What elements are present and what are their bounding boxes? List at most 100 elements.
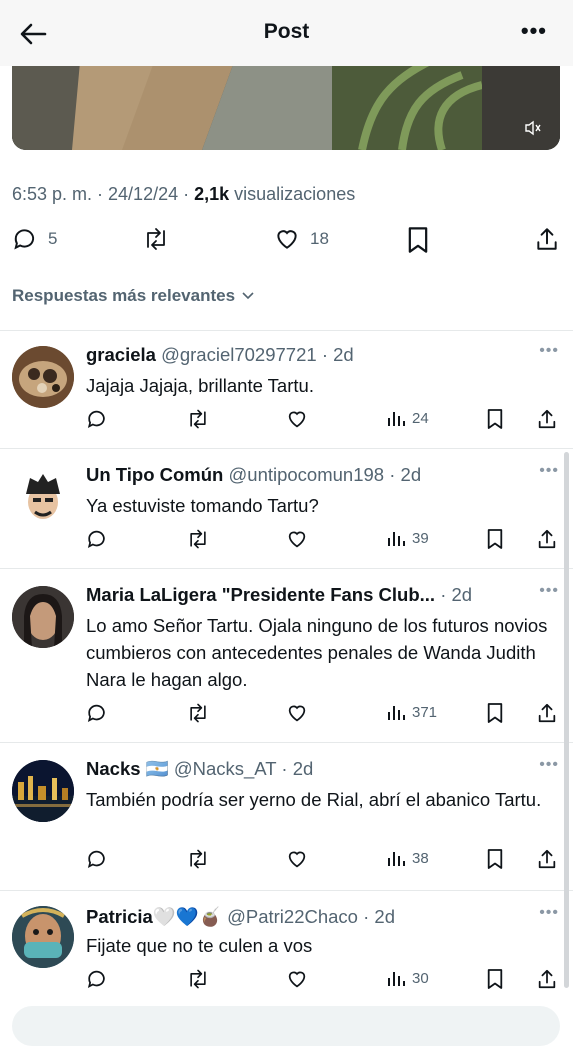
reply-text: Fijate que no te culen a vos bbox=[86, 935, 313, 956]
reply-item[interactable]: Maria LaLigera "Presidente Fans Club... … bbox=[0, 572, 573, 742]
reply-button[interactable] bbox=[86, 968, 108, 990]
user-handle[interactable]: @untipocomun198 bbox=[229, 464, 385, 485]
share-button[interactable] bbox=[536, 848, 558, 870]
retweet-button[interactable] bbox=[186, 702, 210, 724]
reply-button[interactable] bbox=[86, 702, 108, 724]
reply-button[interactable] bbox=[86, 408, 108, 430]
user-handle[interactable]: @Nacks_AT bbox=[174, 758, 276, 779]
bookmark-button[interactable] bbox=[486, 848, 504, 870]
sort-replies-button[interactable]: Respuestas más relevantes bbox=[12, 286, 255, 306]
analytics-icon bbox=[388, 706, 405, 720]
more-options-icon[interactable]: ••• bbox=[539, 582, 559, 600]
reply-time: · 2d bbox=[363, 906, 395, 927]
reply-button[interactable]: 5 bbox=[12, 226, 57, 252]
reply-header: graciela @graciel70297721 · 2d bbox=[86, 344, 354, 366]
reply-actions: 371 bbox=[86, 702, 560, 728]
reply-time: · 2d bbox=[440, 584, 473, 605]
like-button[interactable] bbox=[286, 848, 308, 870]
top-bar: Post ••• bbox=[0, 0, 573, 66]
display-name[interactable]: Patricia🤍💙🧉 bbox=[86, 906, 222, 927]
views-button[interactable]: 38 bbox=[386, 848, 429, 868]
share-button[interactable] bbox=[536, 968, 558, 990]
reply-count: 5 bbox=[48, 229, 58, 248]
reply-icon bbox=[87, 704, 105, 722]
heart-icon bbox=[288, 531, 306, 548]
views-button[interactable]: 24 bbox=[386, 408, 429, 428]
reply-header: Un Tipo Común @untipocomun198 · 2d bbox=[86, 464, 421, 486]
retweet-icon bbox=[190, 969, 206, 989]
bookmark-icon bbox=[487, 849, 503, 869]
retweet-button[interactable] bbox=[142, 226, 170, 252]
retweet-icon bbox=[190, 703, 206, 723]
bookmark-button[interactable] bbox=[486, 702, 504, 724]
scrollbar[interactable] bbox=[564, 452, 569, 988]
divider bbox=[0, 448, 573, 449]
display-name[interactable]: Nacks 🇦🇷 bbox=[86, 758, 169, 779]
views-count: 39 bbox=[412, 529, 429, 547]
views-button[interactable]: 30 bbox=[386, 968, 429, 988]
retweet-button[interactable] bbox=[186, 848, 210, 870]
more-options-icon[interactable]: ••• bbox=[521, 18, 547, 44]
like-button[interactable] bbox=[286, 968, 308, 990]
like-button[interactable] bbox=[286, 528, 308, 550]
reply-button[interactable] bbox=[86, 848, 108, 870]
analytics-icon bbox=[388, 852, 405, 866]
share-button[interactable] bbox=[536, 408, 558, 430]
avatar[interactable] bbox=[12, 466, 74, 528]
avatar[interactable] bbox=[12, 906, 74, 968]
bookmark-button[interactable] bbox=[486, 968, 504, 990]
display-name[interactable]: graciela bbox=[86, 344, 156, 365]
mute-icon[interactable] bbox=[524, 120, 542, 136]
views-button[interactable]: 371 bbox=[386, 702, 437, 722]
reply-icon bbox=[87, 530, 105, 548]
bookmark-button[interactable] bbox=[486, 528, 504, 550]
heart-icon bbox=[288, 851, 306, 868]
like-button[interactable] bbox=[286, 702, 308, 724]
divider bbox=[0, 890, 573, 891]
reply-item[interactable]: Un Tipo Común @untipocomun198 · 2d ••• Y… bbox=[0, 452, 573, 568]
more-options-icon[interactable]: ••• bbox=[539, 342, 559, 360]
display-name[interactable]: Maria LaLigera "Presidente Fans Club... bbox=[86, 584, 435, 605]
reply-time: · 2d bbox=[389, 464, 422, 485]
more-options-icon[interactable]: ••• bbox=[539, 462, 559, 480]
retweet-button[interactable] bbox=[186, 528, 210, 550]
user-handle[interactable]: @Patri22Chaco bbox=[227, 906, 358, 927]
page-title: Post bbox=[263, 20, 310, 43]
share-button[interactable] bbox=[536, 702, 558, 724]
share-button[interactable] bbox=[534, 226, 560, 252]
reply-header: Patricia🤍💙🧉 @Patri22Chaco · 2d bbox=[86, 906, 395, 928]
reply-item[interactable]: Patricia🤍💙🧉 @Patri22Chaco · 2d ••• Fijat… bbox=[0, 894, 573, 1004]
reply-item[interactable]: graciela @graciel70297721 · 2d ••• Jajaj… bbox=[0, 332, 573, 448]
avatar[interactable] bbox=[12, 760, 74, 822]
tweet-timestamp: 6:53 p. m. · 24/12/24 · bbox=[12, 184, 195, 204]
views-count: 24 bbox=[412, 409, 429, 427]
user-handle[interactable]: @graciel70297721 bbox=[161, 344, 317, 365]
views-count: 371 bbox=[412, 703, 438, 721]
retweet-button[interactable] bbox=[186, 968, 210, 990]
more-options-icon[interactable]: ••• bbox=[539, 904, 559, 922]
reply-icon bbox=[87, 850, 105, 868]
retweet-button[interactable] bbox=[186, 408, 210, 430]
heart-icon bbox=[288, 705, 306, 722]
reply-item[interactable]: Nacks 🇦🇷 @Nacks_AT · 2d ••• También podr… bbox=[0, 746, 573, 888]
reply-actions: 30 bbox=[86, 968, 560, 994]
avatar[interactable] bbox=[12, 346, 74, 408]
bookmark-button[interactable] bbox=[406, 226, 430, 254]
reply-time: · 2d bbox=[281, 758, 314, 779]
avatar[interactable] bbox=[12, 586, 74, 648]
reply-button[interactable] bbox=[86, 528, 108, 550]
bookmark-button[interactable] bbox=[486, 408, 504, 430]
more-options-icon[interactable]: ••• bbox=[539, 756, 559, 774]
retweet-icon bbox=[190, 849, 206, 869]
views-button[interactable]: 39 bbox=[386, 528, 429, 548]
retweet-icon bbox=[190, 409, 206, 429]
heart-icon bbox=[277, 230, 297, 249]
reply-composer[interactable] bbox=[12, 1006, 560, 1046]
like-button[interactable] bbox=[286, 408, 308, 430]
like-button[interactable]: 18 bbox=[274, 226, 329, 252]
reply-icon bbox=[14, 229, 35, 250]
share-button[interactable] bbox=[536, 528, 558, 550]
views-count: 30 bbox=[412, 969, 429, 987]
bookmark-icon bbox=[408, 227, 428, 253]
display-name[interactable]: Un Tipo Común bbox=[86, 464, 223, 485]
